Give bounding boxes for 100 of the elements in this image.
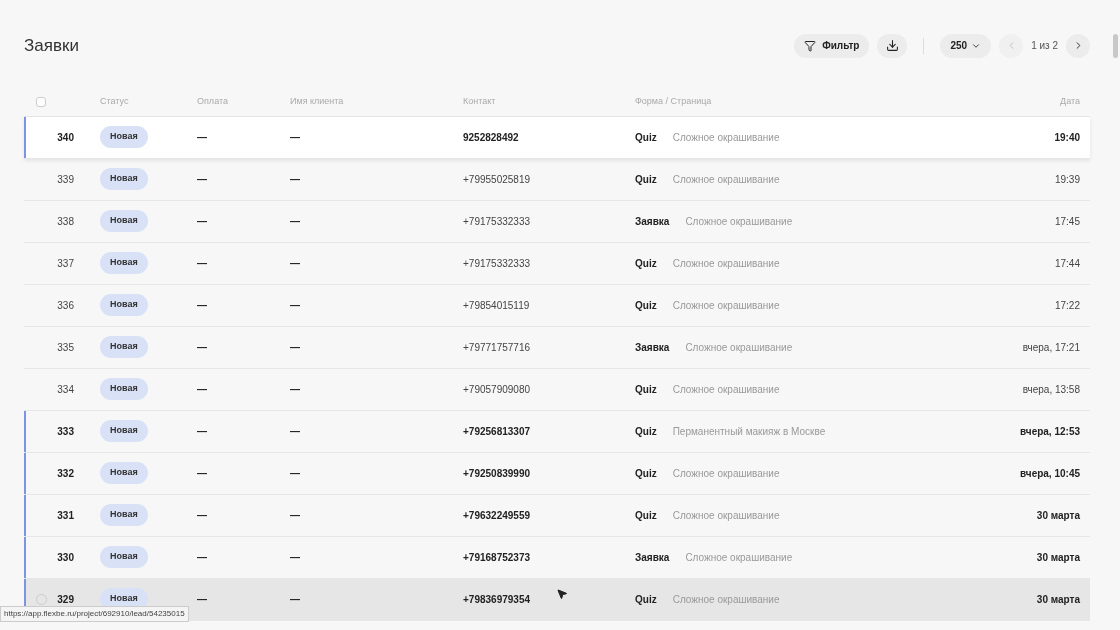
form-name: Quiz [635,466,657,481]
payment-cell-text: — [197,550,207,565]
page-name: Сложное окрашивание [672,592,780,607]
status-badge: Новая [100,252,148,274]
lead-number: 335 [57,340,74,355]
lead-number: 340 [57,130,74,145]
table-row[interactable]: 330 Новая — — +79168752373 Заявка Сложное окрашивание 30 марта [24,536,1090,579]
status-bar-url: https://app.flexbe.ru/project/692910/lead/54235015 [0,606,189,622]
table-row[interactable]: 338 Новая — — +79175332333 Заявка Сложное окрашивание 17:45 [24,200,1090,243]
payment-cell-text: — [197,508,207,523]
lead-number: 333 [57,424,74,439]
page-name: Сложное окрашивание [685,550,793,565]
status-badge: Новая [100,210,148,232]
download-button[interactable] [877,33,908,58]
form-name: Заявка [635,550,670,565]
contact-cell-text: +79250839990 [463,466,531,481]
table-row[interactable]: 339 Новая — — +79955025819 Quiz Сложное окрашивание 19:39 [24,158,1090,201]
status-badge: Новая [100,420,148,442]
payment-cell-text: — [197,382,207,397]
filter-button[interactable]: Фильтр [794,33,870,58]
contact-cell-text: +79168752373 [463,550,531,565]
form-name: Quiz [635,130,657,145]
mouse-cursor-icon [556,588,568,600]
previous-page-button[interactable] [999,33,1024,58]
column-header: Оплата [197,95,228,109]
client-name-cell-text: — [290,256,300,271]
form-name: Quiz [635,382,657,397]
status-badge: Новая [100,294,148,316]
table-row[interactable]: 334 Новая — — +79057909080 Quiz Сложное окрашивание вчера, 13:58 [24,368,1090,411]
table-row[interactable]: 340 Новая — — 9252828492 Quiz Сложное окрашивание 19:40 [24,116,1090,159]
table-row[interactable]: 331 Новая — — +79632249559 Quiz Сложное окрашивание 30 марта [24,494,1090,537]
client-name-cell-text: — [290,508,300,523]
contact-cell-text: +79175332333 [463,214,531,229]
pagination-text: 1 из 2 [1031,39,1058,54]
form-name: Quiz [635,424,657,439]
date-cell-text: 30 марта [1036,508,1080,523]
payment-cell-text: — [197,130,207,145]
client-name-cell-text: — [290,466,300,481]
payment-cell-text: — [197,214,207,229]
client-name-cell-text: — [290,214,300,229]
status-badge: Новая [100,336,148,358]
status-badge: Новая [100,126,148,148]
page-name: Сложное окрашивание [672,130,780,145]
date-cell-text: 19:39 [1054,172,1080,187]
contact-cell-text: +79057909080 [463,382,531,397]
contact-cell-text: +79256813307 [463,424,531,439]
date-cell-text: 30 марта [1036,592,1080,607]
table-row[interactable]: 332 Новая — — +79250839990 Quiz Сложное окрашивание вчера, 10:45 [24,452,1090,495]
lead-number: 329 [57,592,74,607]
date-cell-text: вчера, 17:21 [1022,340,1080,355]
table-row[interactable]: 336 Новая — — +79854015119 Quiz Сложное окрашивание 17:22 [24,284,1090,327]
column-header: Форма / Страница [635,95,712,109]
payment-cell-text: — [197,466,207,481]
status-badge: Новая [100,462,148,484]
table-row[interactable]: 333 Новая — — +79256813307 Quiz Перманентный макияж в Москве вчера, 12:53 [24,410,1090,453]
client-name-cell-text: — [290,592,300,607]
download-icon [885,39,899,53]
payment-cell-text: — [197,424,207,439]
unread-indicator [24,116,26,158]
client-name-cell-text: — [290,130,300,145]
scrollbar-thumb[interactable] [1113,34,1118,58]
date-cell-text: вчера, 12:53 [1020,424,1080,439]
column-header: Статус [100,95,129,109]
form-name: Quiz [635,172,657,187]
column-header: Имя клиента [290,95,344,109]
lead-number: 332 [57,466,74,481]
payment-cell-text: — [197,298,207,313]
page-name: Сложное окрашивание [672,256,780,271]
next-page-button[interactable] [1066,33,1090,58]
client-name-cell-text: — [290,550,300,565]
date-cell-text: вчера, 13:58 [1022,382,1080,397]
page-size-dropdown[interactable]: 250 [940,33,992,58]
page-name: Сложное окрашивание [685,340,793,355]
client-name-cell-text: — [290,382,300,397]
form-name: Quiz [635,298,657,313]
table-row[interactable]: 337 Новая — — +79175332333 Quiz Сложное окрашивание 17:44 [24,242,1090,285]
page-name: Сложное окрашивание [672,382,780,397]
page-name: Перманентный макияж в Москве [672,424,826,439]
status-badge: Новая [100,378,148,400]
page-name: Сложное окрашивание [672,172,780,187]
page-name: Сложное окрашивание [672,298,780,313]
contact-cell-text: +79854015119 [463,298,530,313]
client-name-cell-text: — [290,298,300,313]
lead-number: 330 [57,550,74,565]
lead-number: 336 [57,298,74,313]
client-name-cell-text: — [290,424,300,439]
table-row[interactable]: 335 Новая — — +79771757716 Заявка Сложное окрашивание вчера, 17:21 [24,326,1090,369]
contact-cell-text: +79632249559 [463,508,531,523]
column-header: Контакт [463,95,496,109]
client-name-cell-text: — [290,340,300,355]
form-name: Quiz [635,508,657,523]
status-badge: Новая [100,168,148,190]
page-name: Сложное окрашивание [685,214,793,229]
contact-cell-text: +79955025819 [463,172,531,187]
status-badge: Новая [100,546,148,568]
contact-cell-text: +79836979354 [463,592,531,607]
date-cell-text: 30 марта [1036,550,1080,565]
form-name: Заявка [635,214,670,229]
contact-cell-text: +79771757716 [463,340,531,355]
select-all-checkbox[interactable] [36,97,46,107]
